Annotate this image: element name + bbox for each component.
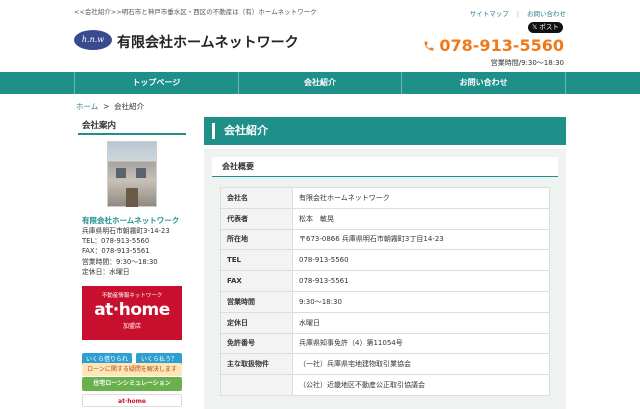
table-row: FAX 078-913-5561 xyxy=(220,270,550,292)
company-overview-box: 会社概要 会社名 有限会社ホームネットワーク 代表者 松本 敏晃 所在地 〒673-0… xyxy=(204,149,566,409)
nav-top[interactable]: トップページ xyxy=(74,72,238,94)
table-row: TEL 078-913-5560 xyxy=(220,249,550,272)
table-row: 会社名 有限会社ホームネットワーク xyxy=(220,187,550,209)
sidebar-title: 会社案内 xyxy=(78,117,186,135)
athome-banner[interactable]: 不動産情報ネットワーク at·home 加盟店 xyxy=(82,286,182,340)
page-title: 会社紹介 xyxy=(204,117,566,145)
contact-link[interactable]: お問い合わせ xyxy=(527,10,566,18)
phone-icon xyxy=(424,41,434,51)
company-title[interactable]: 有限会社ホームネットワーク xyxy=(117,32,299,52)
breadcrumb: ホーム > 会社紹介 xyxy=(76,102,145,111)
global-nav: トップページ 会社紹介 お問い合わせ xyxy=(0,72,640,94)
section-title: 会社概要 xyxy=(212,157,558,177)
table-row: 代表者 松本 敏晃 xyxy=(220,207,550,230)
office-photo xyxy=(107,141,157,207)
sidebar: 会社案内 有限会社ホームネットワーク 兵庫県明石市朝霧町3-14-23 TEL：… xyxy=(78,117,186,407)
phone-number: 078-913-5560 xyxy=(423,36,564,55)
breadcrumb-home[interactable]: ホーム xyxy=(76,102,98,111)
loan-simulation-banner[interactable]: 住宅ローンシミュレーション xyxy=(82,377,182,391)
nav-company[interactable]: 会社紹介 xyxy=(237,72,402,94)
logo[interactable]: h.n.w xyxy=(74,30,112,50)
sitemap-link[interactable]: サイトマップ xyxy=(470,10,509,18)
company-table: 会社名 有限会社ホームネットワーク 代表者 松本 敏晃 所在地 〒673-0866 兵… xyxy=(220,187,550,396)
table-row: 免許番号 兵庫県知事免許（4）第11054号 xyxy=(220,332,550,355)
table-row: 所在地 〒673-0866 兵庫県明石市朝霧町3丁目14-23 xyxy=(220,228,550,251)
business-hours: 営業時間/9:30〜18:30 xyxy=(490,59,564,67)
table-row: （公社）近畿地区不動産公正取引協議会 xyxy=(220,374,550,396)
nav-contact[interactable]: お問い合わせ xyxy=(401,72,567,94)
table-row: 主な取扱物件 （一社）兵庫県宅地建物取引業協会 xyxy=(220,353,550,376)
breadcrumb-current: 会社紹介 xyxy=(114,102,145,111)
athome-banner-2[interactable]: at·home xyxy=(82,394,182,407)
sidebar-info: 兵庫県明石市朝霧町3-14-23 TEL：078-913-5560 FAX：07… xyxy=(82,227,170,276)
sidebar-company-name[interactable]: 有限会社ホームネットワーク xyxy=(82,215,179,226)
site-description: <<会社紹介>>明石市と神戸市垂水区・西区の不動産は（有）ホームネットワーク xyxy=(74,8,317,16)
utility-links: サイトマップ | お問い合わせ xyxy=(469,10,566,18)
main-content: 会社紹介 会社概要 会社名 有限会社ホームネットワーク 代表者 松本 敏晃 所在地〒… xyxy=(204,117,566,409)
table-row: 営業時間 9:30〜18:30 xyxy=(220,290,550,313)
loan-question-banner[interactable]: ローンに関する疑問を解決します xyxy=(82,363,182,376)
x-post-button[interactable]: 𝕏 ポスト xyxy=(528,22,563,33)
table-row: 定休日 水曜日 xyxy=(220,311,550,334)
top-bar: <<会社紹介>>明石市と神戸市垂水区・西区の不動産は（有）ホームネットワーク サ… xyxy=(74,6,566,20)
